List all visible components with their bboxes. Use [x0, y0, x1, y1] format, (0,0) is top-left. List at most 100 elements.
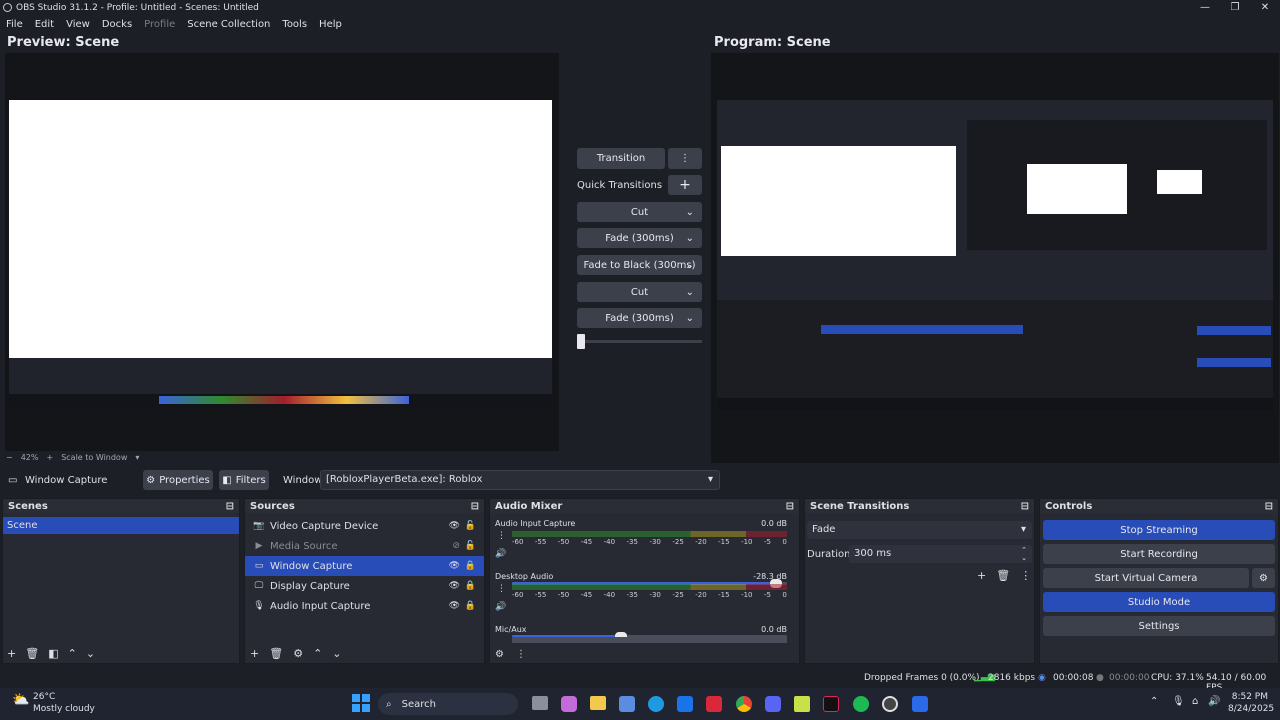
menu-view[interactable]: View — [60, 19, 96, 30]
transition-button[interactable]: Transition — [577, 148, 665, 169]
studio-mode-button[interactable]: Studio Mode — [1043, 592, 1275, 612]
settings-button[interactable]: Settings — [1043, 616, 1275, 636]
channel-menu-icon[interactable]: ⋮ — [497, 531, 506, 541]
lock-icon[interactable]: 🔒 — [465, 601, 476, 611]
quick-transition-fade[interactable]: Fade (300ms) ⌄ — [577, 228, 702, 248]
undock-icon[interactable]: ⊟ — [1021, 501, 1029, 512]
t-bar-slider[interactable] — [577, 334, 702, 349]
eye-icon[interactable]: 👁 — [449, 521, 460, 531]
zoom-in-button[interactable]: + — [46, 453, 53, 462]
start-icon[interactable] — [352, 694, 370, 712]
trash-icon[interactable]: 🗑 — [269, 647, 283, 660]
minimize-icon[interactable]: — — [1190, 0, 1220, 15]
lock-icon[interactable]: 🔒 — [465, 561, 476, 571]
move-up-icon[interactable]: ⌃ — [68, 647, 77, 660]
chevron-down-icon[interactable]: ▾ — [135, 453, 139, 462]
weather-icon[interactable]: ⛅ — [12, 692, 29, 708]
add-quick-transition-button[interactable]: + — [668, 175, 702, 195]
app-icon[interactable] — [706, 696, 722, 712]
undock-icon[interactable]: ⊟ — [1265, 501, 1273, 512]
eye-icon[interactable]: 👁 — [449, 561, 460, 571]
obs-icon[interactable] — [882, 696, 898, 712]
taskbar-search[interactable]: ⌕ Search — [378, 693, 518, 715]
volume-icon[interactable]: 🔊 — [1208, 696, 1220, 707]
add-icon[interactable]: + — [977, 569, 986, 582]
mixer-menu-icon[interactable]: ⋮ — [516, 649, 526, 660]
channel-menu-icon[interactable]: ⋮ — [497, 584, 506, 594]
move-down-icon[interactable]: ⌄ — [86, 647, 95, 660]
unlock-icon[interactable]: 🔓 — [465, 541, 476, 551]
quick-transition-fade-to-black[interactable]: Fade to Black (300ms) ⌄ — [577, 255, 702, 275]
scene-item[interactable]: Scene — [3, 517, 239, 534]
mixer-settings-icon[interactable]: ⚙ — [495, 649, 504, 660]
app-icon[interactable] — [794, 696, 810, 712]
clock-time[interactable]: 8:52 PM — [1228, 692, 1268, 702]
undock-icon[interactable]: ⊟ — [226, 501, 234, 512]
menu-profile[interactable]: Profile — [138, 19, 181, 30]
start-virtual-camera-button[interactable]: Start Virtual Camera — [1043, 568, 1249, 588]
source-item-media-source[interactable]: ▶ Media Source ⊘ 🔓 — [245, 536, 484, 556]
speaker-icon[interactable]: 🔊 — [495, 549, 506, 559]
gear-icon[interactable]: ⚙ — [293, 647, 303, 660]
source-item-audio-input[interactable]: 🎙 Audio Input Capture 👁 🔒 — [245, 596, 484, 616]
spotify-icon[interactable] — [853, 696, 869, 712]
eye-hidden-icon[interactable]: ⊘ — [452, 541, 460, 551]
close-icon[interactable]: ✕ — [1250, 0, 1280, 15]
speaker-icon[interactable]: 🔊 — [495, 602, 506, 612]
menu-tools[interactable]: Tools — [276, 19, 313, 30]
chevron-up-icon[interactable]: ⌃ — [1150, 696, 1158, 707]
trash-icon[interactable]: 🗑 — [996, 569, 1010, 582]
file-explorer-icon[interactable] — [590, 696, 606, 710]
edge-icon[interactable] — [648, 696, 664, 712]
menu-icon[interactable]: ⋮ — [1020, 569, 1031, 582]
eye-icon[interactable]: 👁 — [449, 581, 460, 591]
eye-icon[interactable]: 👁 — [449, 601, 460, 611]
menu-file[interactable]: File — [0, 19, 29, 30]
source-item-video-capture[interactable]: 📷 Video Capture Device 👁 🔓 — [245, 516, 484, 536]
undock-icon[interactable]: ⊟ — [471, 501, 479, 512]
source-item-display-capture[interactable]: 🖵 Display Capture 👁 🔒 — [245, 576, 484, 596]
network-icon[interactable]: ⌂ — [1192, 696, 1198, 707]
filter-icon[interactable]: ◧ — [48, 647, 58, 660]
tiktok-icon[interactable] — [823, 696, 839, 712]
store-icon[interactable] — [619, 696, 635, 712]
t-bar-handle[interactable] — [577, 334, 585, 349]
copilot-icon[interactable] — [561, 696, 577, 712]
menu-help[interactable]: Help — [313, 19, 348, 30]
quick-transition-cut[interactable]: Cut ⌄ — [577, 202, 702, 222]
duration-input[interactable]: 300 ms ⌃ ⌄ — [849, 545, 1032, 563]
discord-icon[interactable] — [765, 696, 781, 712]
add-icon[interactable]: + — [250, 647, 259, 660]
add-icon[interactable]: + — [7, 647, 16, 660]
start-recording-button[interactable]: Start Recording — [1043, 544, 1275, 564]
virtual-camera-settings-icon[interactable]: ⚙ — [1252, 568, 1275, 588]
window-select[interactable]: [RobloxPlayerBeta.exe]: Roblox ▾ — [320, 470, 720, 490]
outlook-icon[interactable] — [677, 696, 693, 712]
mic-icon[interactable]: 🎙 — [1172, 696, 1185, 707]
stop-streaming-button[interactable]: Stop Streaming — [1043, 520, 1275, 540]
trash-icon[interactable]: 🗑 — [25, 647, 39, 660]
preview-canvas[interactable] — [5, 53, 559, 451]
quick-transition-cut-2[interactable]: Cut ⌄ — [577, 282, 702, 302]
chrome-icon[interactable] — [736, 696, 752, 712]
clock-date[interactable]: 8/24/2025 — [1228, 704, 1274, 714]
filters-button[interactable]: ◧ Filters — [219, 470, 269, 490]
transition-menu-icon[interactable]: ⋮ — [668, 148, 702, 169]
task-view-icon[interactable] — [532, 696, 548, 710]
unlock-icon[interactable]: 🔓 — [465, 521, 476, 531]
menu-edit[interactable]: Edit — [29, 19, 60, 30]
maximize-icon[interactable]: ❐ — [1220, 0, 1250, 15]
source-item-window-capture[interactable]: ▭ Window Capture 👁 🔒 — [245, 556, 484, 576]
roblox-icon[interactable] — [912, 696, 928, 712]
transition-type-select[interactable]: Fade ▾ — [807, 521, 1032, 539]
properties-button[interactable]: ⚙ Properties — [143, 470, 213, 490]
quick-transition-fade-2[interactable]: Fade (300ms) ⌄ — [577, 308, 702, 328]
zoom-out-button[interactable]: − — [6, 453, 13, 462]
menu-scene-collection[interactable]: Scene Collection — [181, 19, 276, 30]
lock-icon[interactable]: 🔒 — [465, 581, 476, 591]
move-down-icon[interactable]: ⌄ — [332, 647, 341, 660]
move-up-icon[interactable]: ⌃ — [313, 647, 322, 660]
zoom-mode[interactable]: Scale to Window — [61, 453, 127, 462]
menu-docks[interactable]: Docks — [96, 19, 138, 30]
undock-icon[interactable]: ⊟ — [786, 501, 794, 512]
